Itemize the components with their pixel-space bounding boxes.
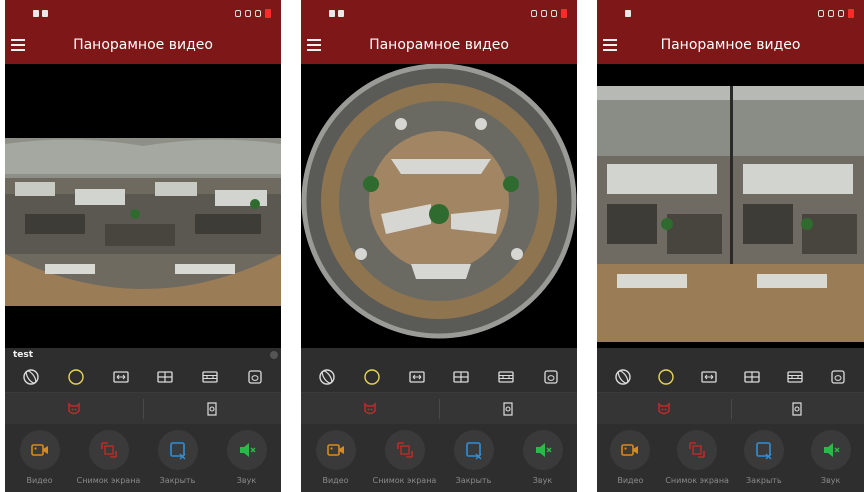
snapshot-label: Снимок экрана [76,476,141,485]
snapshot-label: Снимок экрана [665,476,729,485]
action-bar: Видео Снимок экрана Закрыть Звук [301,424,577,492]
phone-screen-1: Панорамное видео test Видео Снимок экран… [5,0,281,492]
camera-name: test [13,350,34,360]
circle-mode-icon[interactable] [362,367,382,387]
record-video-label: Видео [617,476,644,485]
panorama-180-icon[interactable] [699,367,719,387]
close-view-button[interactable]: Закрыть [731,424,798,492]
sound-label: Звук [820,476,841,485]
page-title: Панорамное видео [660,37,801,53]
status-bar [301,0,577,27]
dual-split-icon[interactable] [200,367,220,387]
snapshot-icon [689,442,705,458]
close-view-label: Закрыть [159,476,196,485]
page-title: Панорамное видео [73,37,213,53]
gyroscope-icon[interactable] [731,393,864,425]
phone-screen-3: Панорамное видео Видео Снимок экрана Зак… [597,0,864,492]
record-video-button[interactable]: Видео [5,424,74,492]
dual-split-icon[interactable] [496,367,516,387]
snapshot-icon [396,442,413,458]
dual-split-icon[interactable] [785,367,805,387]
record-video-label: Видео [322,476,349,485]
circle-mode-icon[interactable] [66,367,86,387]
close-view-icon [465,442,481,460]
close-view-icon [169,442,185,460]
quad-split-icon[interactable] [451,367,471,387]
record-video-label: Видео [26,476,53,485]
app-bar: Панорамное видео [301,27,577,64]
close-view-button[interactable]: Закрыть [143,424,212,492]
speaker-mute-icon [535,443,551,457]
video-view[interactable] [301,64,577,348]
cylinder-icon[interactable] [541,367,561,387]
video-view[interactable] [597,64,864,348]
status-bar [5,0,281,27]
status-bar [597,0,864,27]
phone-screen-2: Панорамное видео Видео Снимок экрана Зак… [301,0,577,492]
video-record-icon [621,444,639,456]
control-bar [5,392,281,425]
app-bar: Панорамное видео [5,27,281,64]
gyroscope-icon[interactable] [143,393,281,425]
panorama-180-icon[interactable] [111,367,131,387]
circle-mode-icon[interactable] [656,367,676,387]
ptz-face-icon[interactable] [5,393,143,425]
panorama-180-icon[interactable] [407,367,427,387]
speaker-mute-icon [239,443,255,457]
sound-label: Звук [236,476,257,485]
video-record-icon [326,444,344,456]
record-video-button[interactable]: Видео [597,424,664,492]
view-mode-bar [301,362,577,392]
view-mode-bar [597,362,864,392]
status-dot-icon [270,351,278,359]
close-view-label: Закрыть [455,476,492,485]
camera-name-bar: test [5,348,281,362]
gyroscope-icon[interactable] [439,393,577,425]
quad-split-icon[interactable] [155,367,175,387]
sound-button[interactable]: Звук [797,424,864,492]
close-view-button[interactable]: Закрыть [439,424,508,492]
sound-button[interactable]: Звук [212,424,281,492]
sound-button[interactable]: Звук [508,424,577,492]
fisheye-icon[interactable] [613,367,633,387]
control-bar [301,392,577,425]
snapshot-button[interactable]: Снимок экрана [74,424,143,492]
view-mode-bar [5,362,281,392]
video-view[interactable] [5,64,281,348]
sound-label: Звук [532,476,553,485]
snapshot-icon [100,442,117,458]
camera-name-bar [597,348,864,362]
record-video-button[interactable]: Видео [301,424,370,492]
cylinder-icon[interactable] [245,367,265,387]
close-view-label: Закрыть [746,476,782,485]
app-bar: Панорамное видео [597,27,864,64]
speaker-mute-icon [823,443,840,457]
close-view-icon [756,442,772,460]
snapshot-button[interactable]: Снимок экрана [370,424,439,492]
ptz-face-icon[interactable] [597,393,731,425]
snapshot-label: Снимок экрана [372,476,437,485]
ptz-face-icon[interactable] [301,393,439,425]
action-bar: Видео Снимок экрана Закрыть Звук [5,424,281,492]
video-record-icon [30,444,48,456]
camera-name-bar [301,348,577,362]
quad-split-icon[interactable] [742,367,762,387]
action-bar: Видео Снимок экрана Закрыть Звук [597,424,864,492]
snapshot-button[interactable]: Снимок экрана [664,424,731,492]
fisheye-icon[interactable] [21,367,41,387]
fisheye-icon[interactable] [317,367,337,387]
page-title: Панорамное видео [369,37,509,53]
control-bar [597,392,864,425]
cylinder-icon[interactable] [828,367,848,387]
